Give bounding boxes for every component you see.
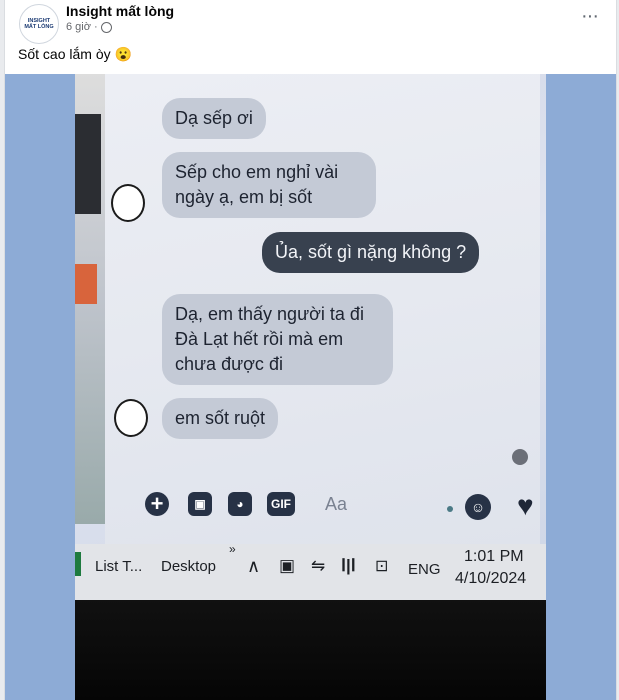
emoji-icon[interactable]: ☺	[465, 494, 491, 520]
message-bubble-sent: Ủa, sốt gì nặng không ?	[262, 232, 480, 273]
image-icon[interactable]: ▣	[188, 492, 212, 516]
sender-avatar[interactable]	[114, 399, 148, 437]
chevron-up-icon[interactable]: ∧	[247, 556, 260, 577]
message-input-bar: + ▣ ◕ GIF Aa ☺ ♥	[135, 476, 546, 540]
screenshot-photo: Dạ sếp ơi Sếp cho em nghỉ vài ngày ạ, em…	[75, 74, 546, 700]
post-header: INSIGHT MẤT LÒNG Insight mất lòng 6 giờ …	[5, 0, 616, 74]
post-photo-area[interactable]: Dạ sếp ơi Sếp cho em nghỉ vài ngày ạ, em…	[5, 74, 616, 700]
globe-icon	[100, 21, 112, 33]
more-options-icon[interactable]: ···	[581, 5, 599, 28]
gif-icon[interactable]: GIF	[267, 492, 295, 516]
chat-panel: Dạ sếp ơi Sếp cho em nghỉ vài ngày ạ, em…	[105, 74, 540, 544]
message-bubble: Dạ sếp ơi	[162, 98, 266, 139]
avatar-text-2: MẤT LÒNG	[24, 24, 54, 30]
message-text: Ủa, sốt gì nặng không ?	[275, 242, 467, 262]
language-indicator[interactable]: ENG	[408, 561, 441, 578]
clock-date[interactable]: 4/10/2024	[455, 570, 526, 588]
taskbar-item-desktop[interactable]: Desktop	[161, 558, 216, 575]
page-name[interactable]: Insight mất lòng	[66, 3, 174, 19]
tray-camera-icon[interactable]: ⊡	[375, 556, 388, 576]
heart-icon[interactable]: ♥	[517, 490, 534, 522]
message-bubble: em sốt ruột	[162, 398, 279, 439]
left-edge-orange	[75, 264, 97, 304]
tray-signal-icon[interactable]: Ⅰ|Ⅰ	[341, 556, 356, 576]
status-dot	[447, 506, 453, 512]
clock-time[interactable]: 1:01 PM	[464, 548, 524, 566]
post-time[interactable]: 6 giờ ·	[66, 21, 98, 33]
left-edge-dark	[75, 114, 101, 214]
message-bubble: Sếp cho em nghỉ vài ngày ạ, em bị sốt	[162, 152, 376, 218]
message-bubble: Dạ, em thấy người ta đi Đà Lạt hết rồi m…	[162, 294, 393, 385]
sender-avatar[interactable]	[111, 184, 145, 222]
tray-app-icon[interactable]: ▣	[279, 556, 295, 576]
message-text: Sếp cho em nghỉ vài ngày ạ, em bị sốt	[175, 162, 339, 207]
plus-icon[interactable]: +	[145, 491, 169, 516]
taskbar-item-list[interactable]: List T...	[95, 558, 142, 575]
message-text: em sốt ruột	[175, 408, 266, 428]
sticker-icon[interactable]: ◕	[228, 492, 252, 516]
post-meta: 6 giờ ·	[66, 21, 112, 33]
seen-avatar	[512, 449, 528, 465]
monitor-bezel	[75, 600, 546, 700]
message-input[interactable]: Aa	[325, 494, 347, 515]
facebook-post-card: INSIGHT MẤT LÒNG Insight mất lòng 6 giờ …	[4, 0, 617, 700]
chevron-right-icon[interactable]: »	[229, 542, 236, 556]
windows-taskbar: List T... Desktop » ∧ ▣ ⇋ Ⅰ|Ⅰ ⊡ ENG 1:01…	[75, 542, 546, 600]
page-avatar[interactable]: INSIGHT MẤT LÒNG	[19, 4, 59, 44]
tray-settings-icon[interactable]: ⇋	[311, 556, 325, 576]
message-text: Dạ, em thấy người ta đi Đà Lạt hết rồi m…	[175, 304, 364, 374]
post-caption: Sốt cao lắm òy 😮	[18, 46, 132, 62]
message-text: Dạ sếp ơi	[175, 108, 253, 128]
excel-icon[interactable]	[75, 552, 81, 576]
